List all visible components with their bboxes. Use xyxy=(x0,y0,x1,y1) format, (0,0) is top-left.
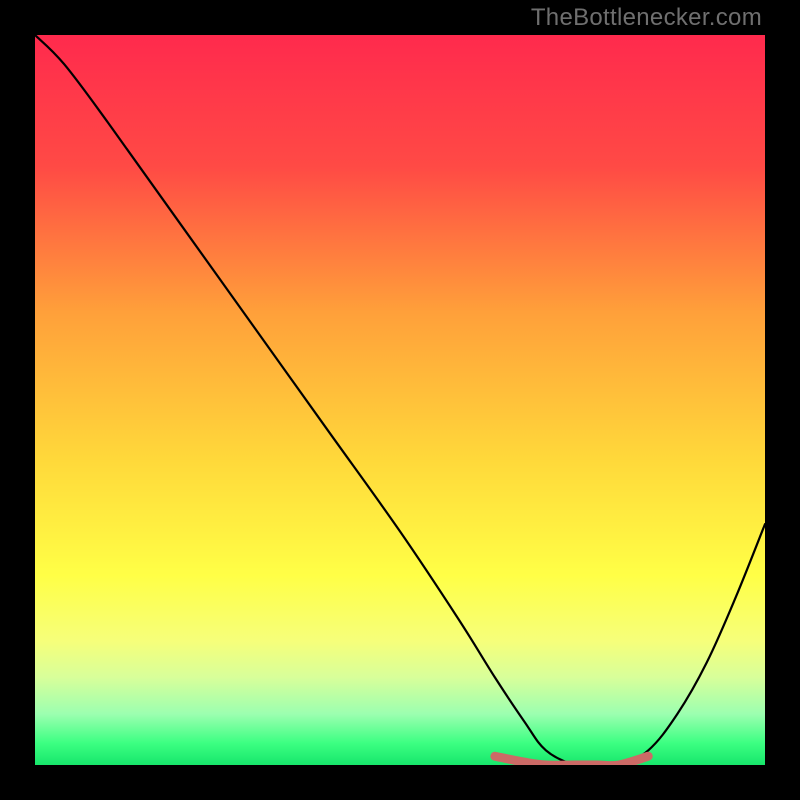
bottleneck-curve xyxy=(35,35,765,765)
watermark-text: TheBottlenecker.com xyxy=(531,4,762,32)
chart-area xyxy=(35,35,765,765)
optimal-band-curve xyxy=(495,756,648,765)
chart-curves xyxy=(35,35,765,765)
